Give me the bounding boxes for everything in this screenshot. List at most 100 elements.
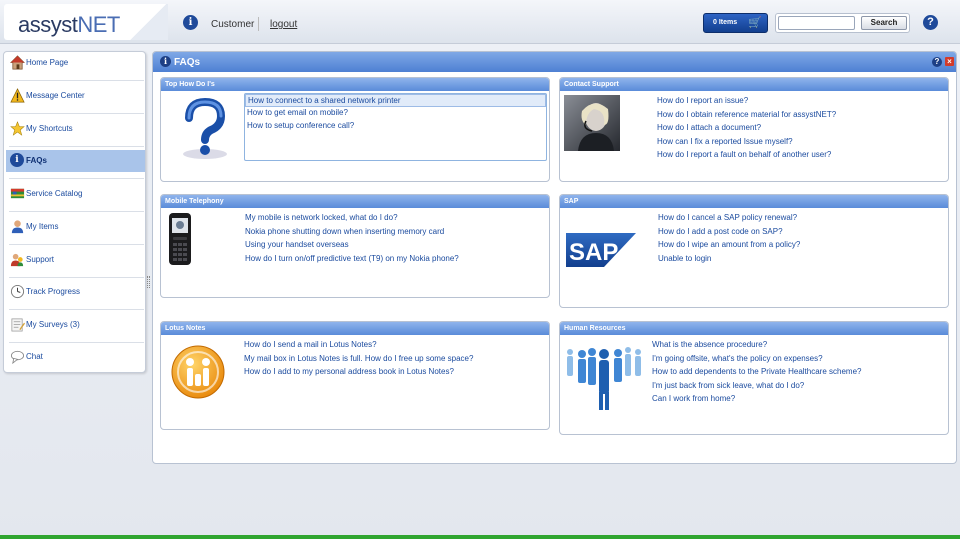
sidebar-item-my-items[interactable]: My Items [6, 216, 145, 238]
sidebar-item-label: Track Progress [26, 287, 80, 296]
sidebar-divider [9, 146, 144, 147]
cart-label: 0 Items [713, 19, 738, 26]
faq-link[interactable]: How to add dependents to the Private Hea… [652, 367, 861, 381]
sidebar-divider [9, 211, 144, 212]
people-silhouettes-image [567, 347, 641, 410]
faq-link[interactable]: I'm going offsite, what's the policy on … [652, 354, 861, 368]
sidebar-item-label: Chat [26, 352, 43, 361]
sidebar-item-chat[interactable]: Chat [6, 346, 145, 368]
logo-main-text: assyst [18, 12, 78, 37]
info-icon: i [10, 153, 24, 167]
sidebar-item-home-page[interactable]: Home Page [6, 52, 145, 74]
person-icon [11, 220, 24, 234]
faq-link[interactable]: I'm just back from sick leave, what do I… [652, 381, 861, 395]
lotus-notes-list: How do I send a mail in Lotus Notes? My … [244, 340, 473, 381]
faq-link[interactable]: How to setup conference call? [245, 120, 546, 133]
cart-button[interactable]: 0 Items 🛒 [703, 13, 768, 33]
star-icon [10, 121, 25, 136]
help-icon[interactable]: ? [932, 57, 942, 67]
logo[interactable]: assystNET [4, 4, 168, 40]
mobile-telephony-list: My mobile is network locked, what do I d… [245, 213, 459, 267]
faq-link[interactable]: My mobile is network locked, what do I d… [245, 213, 459, 227]
faq-link[interactable]: How do I turn on/off predictive text (T9… [245, 254, 459, 268]
page-title: FAQs [174, 57, 201, 68]
support-icon [10, 253, 24, 267]
mobile-phone-image [169, 213, 191, 265]
panel-top-how-do-is: Top How Do I's How to connect to a share… [160, 77, 550, 182]
survey-icon [11, 318, 25, 332]
home-icon [10, 55, 25, 70]
main-title-bar: i FAQs ? × [153, 52, 956, 72]
logout-link[interactable]: logout [270, 19, 297, 30]
faq-link[interactable]: How do I report a fault on behalf of ano… [657, 150, 836, 164]
faq-link[interactable]: Nokia phone shutting down when inserting… [245, 227, 459, 241]
panel-title: SAP [560, 195, 948, 208]
sidebar-item-track-progress[interactable]: Track Progress [6, 281, 145, 303]
faq-link[interactable]: How do I report an issue? [657, 96, 836, 110]
catalog-icon [10, 188, 25, 199]
info-icon[interactable]: i [183, 15, 198, 30]
faq-link[interactable]: How do I cancel a SAP policy renewal? [658, 213, 800, 227]
search-input[interactable] [778, 16, 855, 30]
sidebar-divider [9, 277, 144, 278]
sap-list: How do I cancel a SAP policy renewal? Ho… [658, 213, 800, 267]
faq-link[interactable]: Using your handset overseas [245, 240, 459, 254]
faqs-main-panel: i FAQs ? × Top How Do I's How to connect… [152, 51, 957, 464]
faq-link[interactable]: How to get email on mobile? [245, 107, 546, 120]
sidebar-item-label: My Shortcuts [26, 124, 73, 133]
help-icon[interactable]: ? [923, 15, 938, 30]
faq-link[interactable]: Unable to login [658, 254, 800, 268]
clock-icon [10, 284, 25, 299]
panel-lotus-notes: Lotus Notes How do I send a mail in Lotu… [160, 321, 550, 430]
status-bar [0, 535, 960, 539]
sidebar-item-my-surveys[interactable]: My Surveys (3) [6, 314, 145, 336]
sidebar-resize-handle[interactable] [147, 276, 150, 288]
sidebar-item-faqs[interactable]: i FAQs [6, 150, 145, 172]
faq-link[interactable]: What is the absence procedure? [652, 340, 861, 354]
faq-link[interactable]: How do I attach a document? [657, 123, 836, 137]
faq-link[interactable]: How can I fix a reported Issue myself? [657, 137, 836, 151]
sidebar-item-message-center[interactable]: Message Center [6, 85, 145, 107]
chat-icon [10, 350, 25, 364]
info-icon: i [160, 56, 171, 67]
panel-title: Contact Support [560, 78, 948, 91]
sap-logo: SAP [566, 233, 636, 267]
top-header: assystNET i Customer logout 0 Items 🛒 Se… [0, 0, 960, 44]
panel-sap: SAP SAP How do I cancel a SAP policy ren… [559, 194, 949, 308]
user-name: Customer [211, 19, 255, 30]
sidebar-item-label: My Items [26, 222, 59, 231]
faq-link[interactable]: How do I send a mail in Lotus Notes? [244, 340, 473, 354]
panel-mobile-telephony: Mobile Telephony My mobile is network lo… [160, 194, 550, 298]
panel-title: Lotus Notes [161, 322, 549, 335]
faq-link[interactable]: My mail box in Lotus Notes is full. How … [244, 354, 473, 368]
sidebar-divider [9, 309, 144, 310]
sidebar-item-service-catalog[interactable]: Service Catalog [6, 183, 145, 205]
header-divider [258, 17, 259, 31]
sidebar-divider [9, 80, 144, 81]
panel-title: Human Resources [560, 322, 948, 335]
sidebar-item-my-shortcuts[interactable]: My Shortcuts [6, 118, 145, 140]
sidebar-item-label: Home Page [26, 58, 69, 67]
sidebar-divider [9, 178, 144, 179]
sidebar-item-support[interactable]: Support [6, 249, 145, 271]
contact-support-list: How do I report an issue? How do I obtai… [657, 96, 836, 164]
faq-link[interactable]: How do I add a post code on SAP? [658, 227, 800, 241]
search-button[interactable]: Search [861, 16, 907, 30]
faq-link[interactable]: How do I wipe an amount from a policy? [658, 240, 800, 254]
panel-human-resources: Human Resources What is the absence proc… [559, 321, 949, 435]
sidebar-item-label: Service Catalog [26, 189, 83, 198]
sidebar-item-label: FAQs [26, 156, 47, 165]
sidebar-item-label: Support [26, 255, 55, 264]
sap-logo-text: SAP [569, 239, 618, 266]
logo-accent-text: NET [77, 12, 120, 37]
logo-text: assystNET [18, 12, 120, 38]
faq-link[interactable]: How do I obtain reference material for a… [657, 110, 836, 124]
close-icon[interactable]: × [945, 57, 954, 66]
question-mark-icon [183, 97, 227, 159]
panel-title: Mobile Telephony [161, 195, 549, 208]
faq-link[interactable]: How do I add to my personal address book… [244, 367, 473, 381]
sidebar-item-label: Message Center [26, 91, 85, 100]
faq-link[interactable]: Can I work from home? [652, 394, 861, 408]
sidebar-divider [9, 244, 144, 245]
faq-link[interactable]: How to connect to a shared network print… [245, 94, 546, 107]
